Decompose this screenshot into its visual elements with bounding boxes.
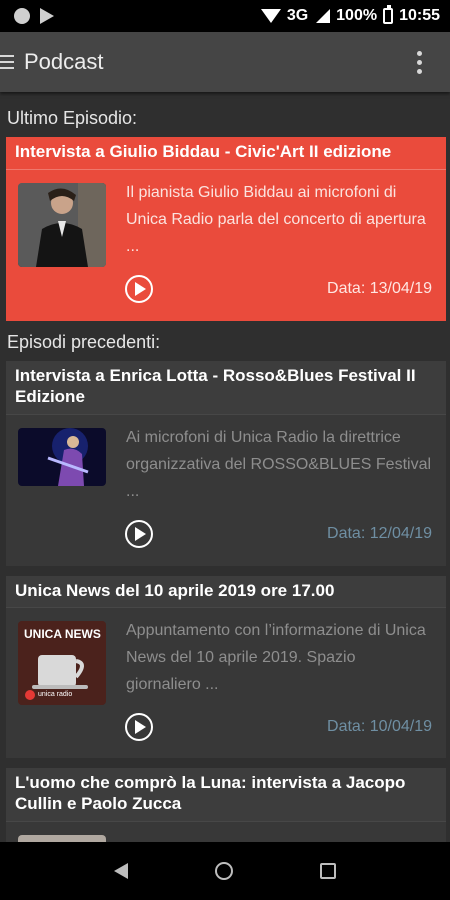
menu-icon[interactable]	[0, 55, 14, 69]
play-icon	[135, 720, 146, 734]
clock: 10:55	[399, 7, 440, 24]
overflow-menu-icon[interactable]	[417, 50, 422, 74]
play-button[interactable]	[125, 275, 153, 303]
signal-icon	[316, 9, 331, 23]
episode-date: Data: 12/04/19	[327, 525, 432, 542]
network-type: 3G	[286, 7, 309, 24]
section-label-previous: Episodi precedenti:	[7, 332, 161, 352]
battery-percent: 100%	[336, 7, 378, 24]
episode-thumbnail	[18, 183, 106, 267]
play-store-icon	[40, 8, 54, 24]
episode-card[interactable]: Unica News del 10 aprile 2019 ore 17.00 …	[6, 576, 446, 758]
play-icon	[135, 282, 146, 296]
app-bar: Podcast	[0, 32, 450, 92]
back-icon[interactable]	[113, 863, 128, 879]
section-label-latest: Ultimo Episodio:	[7, 108, 138, 128]
episode-description: Appuntamento con l’informazione di Unica…	[126, 622, 426, 693]
episode-title: Unica News del 10 aprile 2019 ore 17.00	[15, 581, 335, 600]
episode-date: Data: 10/04/19	[327, 718, 432, 735]
thumbnail-caption: UNICA NEWS	[24, 627, 101, 641]
wifi-icon	[260, 9, 281, 23]
app-root: 3G 100% 10:55 Podcast Ultimo Episodio: I…	[0, 0, 450, 900]
recents-icon[interactable]	[320, 863, 337, 879]
app-title: Podcast	[24, 49, 104, 74]
episode-thumbnail: UNICA NEWS unica radio	[18, 621, 106, 705]
battery-icon	[383, 5, 394, 24]
episode-card[interactable]: Intervista a Enrica Lotta - Rosso&Blues …	[6, 361, 446, 566]
notification-dot-icon	[14, 8, 30, 24]
status-bar: 3G 100% 10:55	[0, 0, 450, 32]
featured-episode-card[interactable]: Intervista a Giulio Biddau - Civic'Art I…	[6, 137, 446, 321]
episode-description: Ai microfoni di Unica Radio la direttric…	[126, 429, 432, 500]
episode-description: Il pianista Giulio Biddau ai microfoni d…	[126, 184, 426, 255]
play-button[interactable]	[125, 713, 153, 741]
episode-title: Intervista a Enrica Lotta - Rosso&Blues …	[15, 366, 416, 406]
system-nav-bar	[0, 842, 450, 900]
play-button[interactable]	[125, 520, 153, 548]
episode-card[interactable]: L'uomo che comprò la Luna: intervista a …	[6, 768, 446, 900]
episode-title: L'uomo che comprò la Luna: intervista a …	[15, 773, 406, 813]
thumbnail-brand: unica radio	[38, 691, 73, 698]
episode-thumbnail	[18, 428, 106, 486]
episode-title: Intervista a Giulio Biddau - Civic'Art I…	[15, 142, 392, 161]
home-icon[interactable]	[214, 862, 233, 880]
play-icon	[135, 527, 146, 541]
episode-date: Data: 13/04/19	[327, 280, 432, 297]
